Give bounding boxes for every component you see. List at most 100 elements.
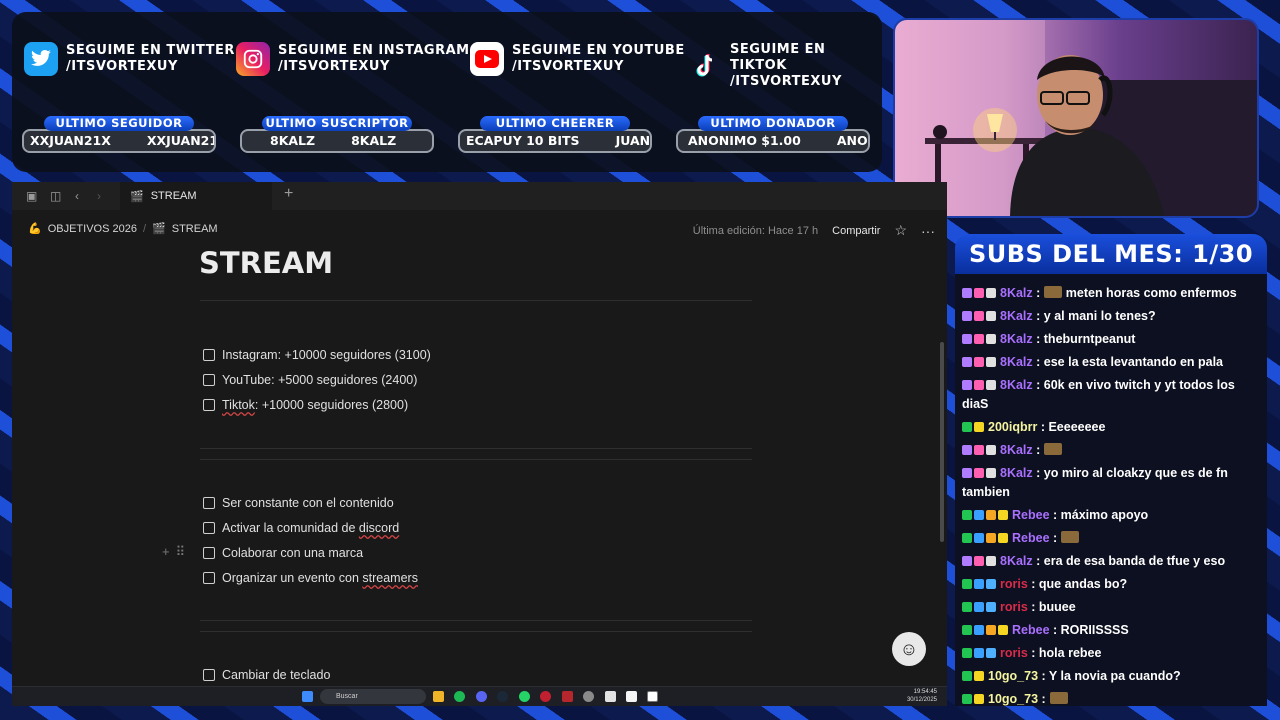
chat-username[interactable]: 10go_73	[988, 692, 1038, 706]
share-button[interactable]: Compartir	[832, 225, 880, 237]
todo-text[interactable]: Tiktok: +10000 seguidores (2800)	[222, 398, 408, 412]
obs-icon[interactable]	[626, 691, 637, 702]
checkbox[interactable]	[203, 669, 215, 681]
chat-badge-icon	[962, 602, 972, 612]
chat-badge-icon	[974, 694, 984, 704]
more-options-icon[interactable]: ···	[921, 223, 935, 239]
star-icon[interactable]: ☆	[894, 222, 907, 239]
breadcrumb-item-objetivos[interactable]: OBJETIVOS 2026	[48, 223, 137, 235]
whatsapp-icon[interactable]	[519, 691, 530, 702]
chat-username[interactable]: Rebee	[1012, 531, 1050, 545]
chat-text: :	[1038, 692, 1046, 706]
chat-username[interactable]: roris	[1000, 600, 1028, 614]
todo-text[interactable]: Activar la comunidad de discord	[222, 521, 399, 535]
chat-username[interactable]: Rebee	[1012, 623, 1050, 637]
todo-text[interactable]: Ser constante con el contenido	[222, 496, 394, 510]
todo-text[interactable]: Instagram: +10000 seguidores (3100)	[222, 348, 431, 362]
todo-text[interactable]: YouTube: +5000 seguidores (2400)	[222, 373, 417, 387]
notion-icon[interactable]	[647, 691, 658, 702]
chat-username[interactable]: 10go_73	[988, 669, 1038, 683]
checkbox[interactable]	[203, 497, 215, 509]
chat-username[interactable]: 8Kalz	[1000, 466, 1033, 480]
tracker-value: XXJUAN21X	[146, 133, 214, 148]
chat-badge-icon	[986, 556, 996, 566]
opera-icon[interactable]	[540, 691, 551, 702]
chat-username[interactable]: Rebee	[1012, 508, 1050, 522]
chat-username[interactable]: 200iqbrr	[988, 420, 1037, 434]
chat-emote-icon	[1049, 692, 1068, 704]
chat-message: 8Kalz : y al mani lo tenes?	[955, 305, 1267, 328]
chat-username[interactable]: 8Kalz	[1000, 378, 1033, 392]
spotify-icon[interactable]	[454, 691, 465, 702]
chat-username[interactable]: 8Kalz	[1000, 443, 1033, 457]
todo-item[interactable]: Organizar un evento con streamers	[203, 571, 418, 585]
windows-taskbar: Buscar 19:54:45 30/12/2025	[12, 686, 947, 706]
chat-badge-icon	[986, 468, 996, 478]
todo-item[interactable]: Instagram: +10000 seguidores (3100)	[203, 348, 431, 362]
todo-item[interactable]: Tiktok: +10000 seguidores (2800)	[203, 398, 408, 412]
tracker-ticker: ECAPUY 10 BITS JUANS	[458, 129, 652, 153]
todo-text[interactable]: Cambiar de teclado	[222, 668, 330, 682]
todo-text[interactable]: Colaborar con una marca	[222, 546, 363, 560]
chat-username[interactable]: 8Kalz	[1000, 554, 1033, 568]
app-icon[interactable]	[562, 691, 573, 702]
chat-badge-icon	[974, 625, 984, 635]
todo-item[interactable]: Ser constante con el contenido	[203, 496, 394, 510]
tracker-label: ULTIMO DONADOR	[698, 116, 848, 131]
chat-badge-icon	[962, 579, 972, 589]
chat-badge-icon	[974, 579, 984, 589]
tiktok-line1: SEGUIME EN TIKTOK	[730, 42, 826, 73]
chat-message: roris : buuee	[955, 596, 1267, 619]
checkbox[interactable]	[203, 349, 215, 361]
muscle-icon: 💪	[28, 223, 42, 235]
app-icon[interactable]	[605, 691, 616, 702]
last-cheerer-tracker: ULTIMO CHEERER ECAPUY 10 BITS JUANS	[458, 116, 652, 153]
back-icon[interactable]: ‹	[75, 189, 79, 203]
chat-username[interactable]: roris	[1000, 646, 1028, 660]
file-explorer-icon[interactable]	[433, 691, 444, 702]
todo-item[interactable]: Colaborar con una marca	[203, 546, 363, 560]
scrollbar[interactable]	[940, 342, 944, 542]
app-icon[interactable]	[583, 691, 594, 702]
chat-username[interactable]: 8Kalz	[1000, 355, 1033, 369]
todo-item[interactable]: Activar la comunidad de discord	[203, 521, 399, 535]
chat-badge-icon	[962, 380, 972, 390]
windows-start-icon[interactable]	[302, 691, 313, 702]
notion-ai-icon[interactable]: ☺	[892, 632, 926, 666]
sidebar-toggle-icon[interactable]: ◫	[50, 189, 61, 203]
checkbox[interactable]	[203, 399, 215, 411]
todo-item[interactable]: Cambiar de teclado	[203, 668, 330, 682]
chat-message: 8Kalz : ese la esta levantando en pala	[955, 351, 1267, 374]
todo-text[interactable]: Organizar un evento con streamers	[222, 571, 418, 585]
new-tab-icon[interactable]: +	[284, 186, 293, 202]
steam-icon[interactable]	[497, 691, 508, 702]
notion-logo-icon[interactable]: ▣	[26, 189, 37, 203]
chat-badge-icon	[974, 357, 984, 367]
chat-text: : máximo apoyo	[1049, 508, 1149, 522]
checkbox[interactable]	[203, 374, 215, 386]
checkbox[interactable]	[203, 572, 215, 584]
checkbox[interactable]	[203, 547, 215, 559]
checkbox[interactable]	[203, 522, 215, 534]
chat-username[interactable]: 8Kalz	[1000, 309, 1033, 323]
chat-username[interactable]: 8Kalz	[1000, 286, 1033, 300]
chat-badge-icon	[962, 468, 972, 478]
instagram-icon	[236, 42, 270, 76]
page-actions: Última edición: Hace 17 h Compartir ☆ ··…	[693, 222, 935, 239]
breadcrumb-item-stream[interactable]: STREAM	[172, 223, 218, 235]
system-tray-clock[interactable]: 19:54:45 30/12/2025	[907, 688, 937, 704]
chat-text: : era de esa banda de tfue y eso	[1032, 554, 1226, 568]
youtube-line1: SEGUIME EN YOUTUBE	[512, 43, 685, 58]
chat-username[interactable]: 8Kalz	[1000, 332, 1033, 346]
discord-icon[interactable]	[476, 691, 487, 702]
chat-username[interactable]: roris	[1000, 577, 1028, 591]
forward-icon[interactable]: ›	[97, 189, 101, 203]
chat-badge-icon	[986, 510, 996, 520]
tracker-value: 8KALZ	[351, 133, 397, 148]
todo-item[interactable]: YouTube: +5000 seguidores (2400)	[203, 373, 417, 387]
chat-emote-icon	[1044, 443, 1063, 455]
block-handle-icon[interactable]: +⠿	[162, 544, 191, 560]
chat-badge-icon	[986, 380, 996, 390]
taskbar-search[interactable]: Buscar	[320, 689, 426, 704]
tab-stream[interactable]: 🎬 STREAM	[120, 182, 272, 210]
